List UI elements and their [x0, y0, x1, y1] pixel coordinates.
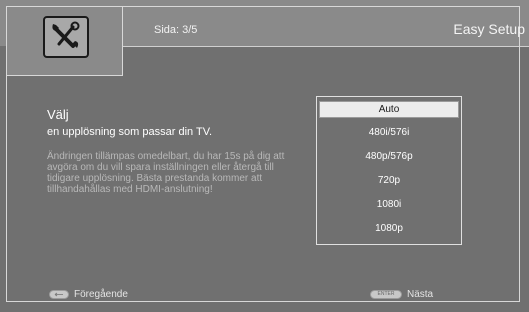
- resolution-list: Auto 480i/576i 480p/576p 720p 1080i 1080…: [316, 96, 462, 245]
- resolution-option-480p-576p[interactable]: 480p/576p: [319, 148, 459, 165]
- resolution-option-auto[interactable]: Auto: [319, 101, 459, 118]
- enter-key-icon: ENTER: [370, 290, 402, 299]
- back-label[interactable]: Föregående: [74, 289, 128, 300]
- easy-setup-screen: Sida: 3/5 Easy Setup Välj en upplösning …: [0, 0, 529, 312]
- back-key-icon: [49, 290, 69, 299]
- next-label[interactable]: Nästa: [407, 289, 433, 300]
- page-indicator: Sida: 3/5: [154, 24, 198, 36]
- resolution-option-1080p[interactable]: 1080p: [319, 220, 459, 237]
- resolution-option-480i-576i[interactable]: 480i/576i: [319, 124, 459, 141]
- screen-title: Easy Setup: [453, 21, 525, 37]
- resolution-option-720p[interactable]: 720p: [319, 172, 459, 189]
- wrench-icon: [43, 16, 89, 58]
- subheading: en upplösning som passar din TV.: [47, 126, 213, 138]
- resolution-option-1080i[interactable]: 1080i: [319, 196, 459, 213]
- heading: Välj: [47, 107, 69, 122]
- description-text: Ändringen tillämpas omedelbart, du har 1…: [47, 151, 285, 195]
- icon-box: [6, 6, 123, 76]
